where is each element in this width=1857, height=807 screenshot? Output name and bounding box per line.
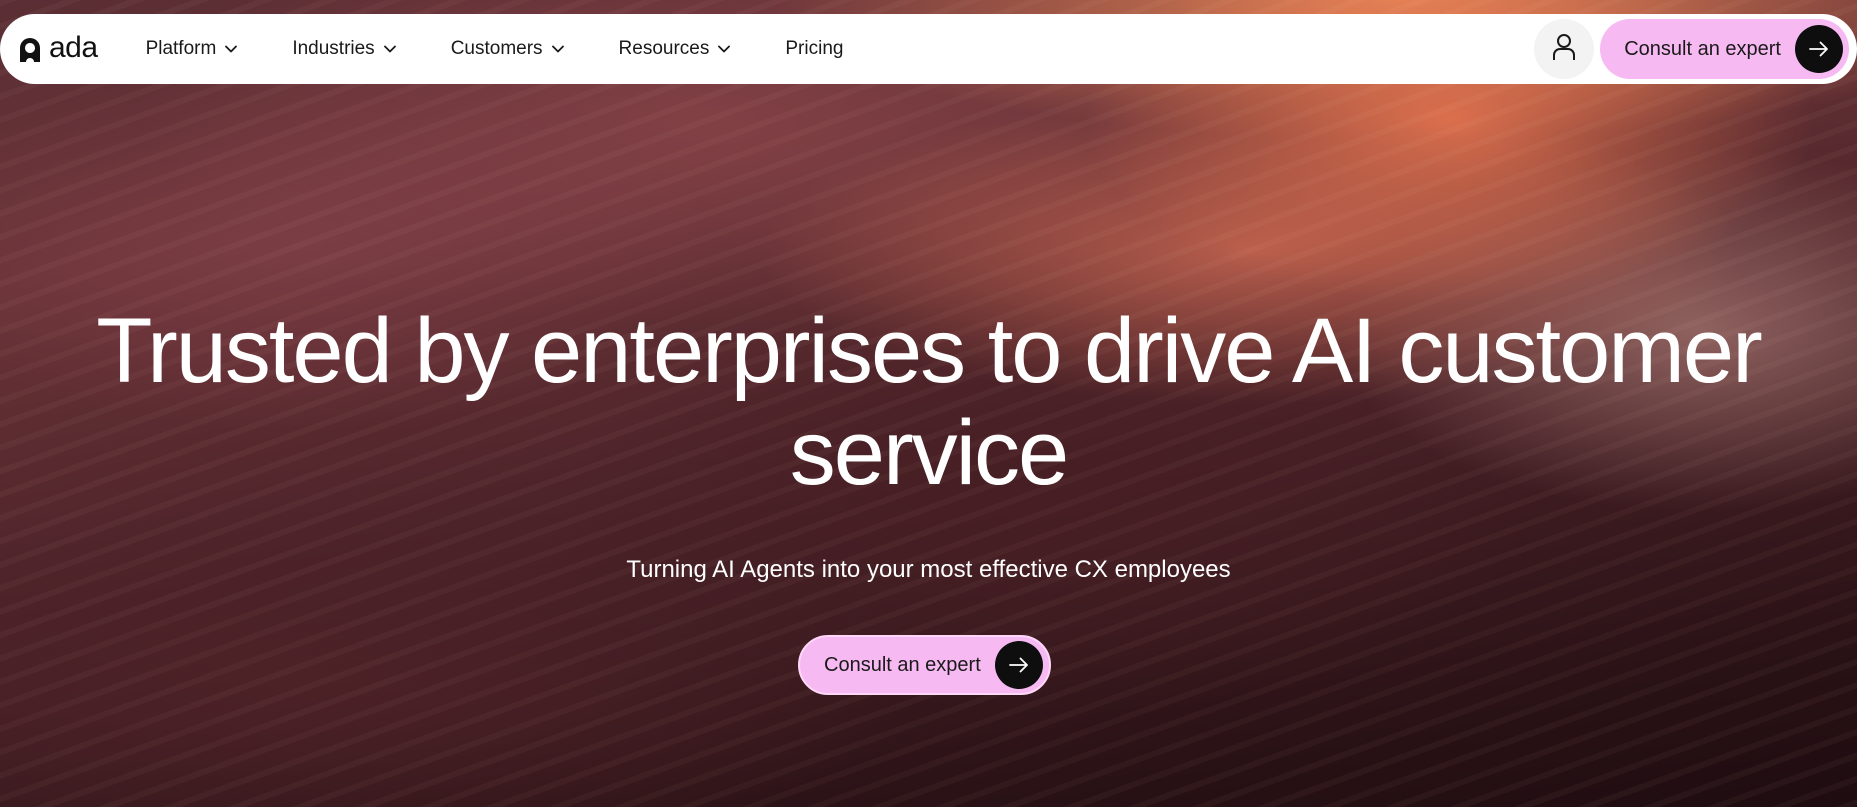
- page: ada Platform Industries Customers Resour…: [0, 0, 1857, 807]
- nav-item-platform[interactable]: Platform: [146, 38, 238, 60]
- consult-expert-hero-button[interactable]: Consult an expert: [798, 635, 1051, 695]
- nav-item-industries[interactable]: Industries: [292, 38, 396, 60]
- nav-item-label: Pricing: [785, 38, 844, 59]
- nav-item-label: Customers: [450, 38, 543, 59]
- chevron-down-icon: [383, 45, 396, 53]
- nav-item-label: Platform: [145, 38, 217, 59]
- nav-item-label: Industries: [292, 38, 375, 59]
- cta-label: Consult an expert: [824, 653, 981, 676]
- consult-expert-nav-button[interactable]: Consult an expert: [1600, 19, 1849, 79]
- nav-actions: Consult an expert: [1534, 19, 1849, 79]
- nav-item-customers[interactable]: Customers: [451, 38, 564, 60]
- nav-item-resources[interactable]: Resources: [619, 38, 731, 60]
- nav-item-pricing[interactable]: Pricing: [785, 38, 843, 60]
- arrow-right-icon: [1795, 25, 1843, 73]
- chevron-down-icon: [225, 45, 238, 53]
- home-logo-link[interactable]: ada: [18, 29, 98, 69]
- cta-label: Consult an expert: [1624, 37, 1781, 60]
- user-icon: [1552, 33, 1576, 66]
- nav-item-label: Resources: [618, 38, 710, 59]
- hero-subtitle: Turning AI Agents into your most effecti…: [626, 556, 1231, 583]
- chevron-down-icon: [551, 45, 564, 53]
- account-button[interactable]: [1534, 19, 1595, 79]
- brand-name: ada: [49, 31, 98, 64]
- chevron-down-icon: [718, 45, 731, 53]
- top-navbar: ada Platform Industries Customers Resour…: [0, 14, 1857, 84]
- hero-title: Trusted by enterprises to drive AI custo…: [96, 300, 1762, 504]
- arrow-right-icon: [994, 641, 1043, 689]
- ada-arch-logo-icon: [18, 36, 42, 62]
- main-nav: Platform Industries Customers Resources: [146, 38, 899, 60]
